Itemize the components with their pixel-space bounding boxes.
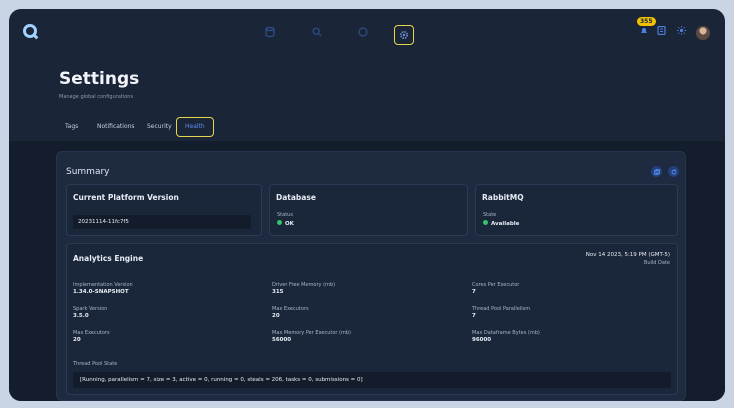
field-value: 1.34.0-SNAPSHOT — [73, 289, 129, 295]
platform-version-card: Current Platform Version 20231114-11fc7f… — [66, 184, 262, 236]
platform-version-title: Current Platform Version — [73, 193, 179, 202]
tab-notifications[interactable]: Notifications — [97, 117, 135, 137]
tab-health[interactable]: Health — [176, 117, 214, 137]
field-label: Thread Pool Parallelism — [472, 306, 531, 312]
rabbitmq-title: RabbitMQ — [482, 193, 524, 202]
thread-pool-state-label: Thread Pool State — [73, 361, 118, 367]
field-value: 20 — [272, 313, 280, 319]
field-value: 7 — [472, 313, 476, 319]
field-label: Cores Per Executor — [472, 282, 520, 288]
analytics-engine-card: Analytics Engine Nov 14 2023, 5:19 PM (G… — [66, 243, 678, 395]
search-icon[interactable] — [307, 22, 327, 42]
thread-pool-state-value: [Running, parallelism = 7, size = 3, act… — [73, 372, 671, 388]
database-icon[interactable] — [260, 22, 280, 42]
page-title: Settings — [59, 69, 140, 89]
tab-security[interactable]: Security — [147, 117, 172, 137]
database-status-label: Status — [277, 212, 293, 218]
field-value: 20 — [73, 337, 81, 343]
database-status-value: OK — [285, 221, 294, 227]
field-value: 96000 — [472, 337, 492, 343]
field-value: 315 — [272, 289, 284, 295]
status-available-icon — [483, 220, 488, 225]
build-date-value: Nov 14 2023, 5:19 PM (GMT-5) — [585, 252, 670, 258]
rabbitmq-card: RabbitMQ State Available — [475, 184, 678, 236]
summary-title: Summary — [66, 167, 110, 177]
theme-toggle-icon[interactable] — [677, 23, 686, 40]
field-label: Max Executors — [73, 330, 110, 336]
platform-version-value: 20231114-11fc7f5 — [73, 215, 251, 229]
tab-tags[interactable]: Tags — [65, 117, 78, 137]
top-navigation-bar: 355 — [9, 9, 725, 53]
document-icon[interactable] — [657, 23, 666, 40]
field-value: 7 — [472, 289, 476, 295]
field-label: Spark Version — [73, 306, 108, 312]
content-area: Summary Current Platform Version 2023111… — [9, 141, 725, 401]
app-window: 355 Settings Manage global configuration… — [9, 9, 725, 401]
summary-panel: Summary Current Platform Version 2023111… — [56, 151, 686, 401]
field-label: Driver Free Memory (mb) — [272, 282, 336, 288]
field-value: 3.5.0 — [73, 313, 89, 319]
database-card: Database Status OK — [269, 184, 468, 236]
field-label: Max Memory Per Executor (mb) — [272, 330, 351, 336]
rabbitmq-state-label: State — [483, 212, 497, 218]
field-label: Max Dataframe Bytes (mb) — [472, 330, 540, 336]
analytics-engine-title: Analytics Engine — [73, 254, 144, 263]
field-label: Implementation Version — [73, 282, 133, 288]
database-title: Database — [276, 193, 316, 202]
copy-button[interactable] — [651, 166, 662, 177]
build-date-label: Build Date — [643, 260, 670, 266]
info-icon[interactable] — [353, 22, 373, 42]
rabbitmq-state: Available — [483, 220, 519, 227]
avatar[interactable] — [696, 26, 710, 40]
field-label: Max Executors — [272, 306, 309, 312]
notifications-badge: 355 — [637, 17, 656, 26]
database-status: OK — [277, 220, 294, 227]
rabbitmq-state-value: Available — [491, 221, 520, 227]
status-ok-icon — [277, 220, 282, 225]
settings-icon[interactable] — [394, 25, 414, 45]
field-value: 56000 — [272, 337, 292, 343]
page-subtitle: Manage global configurations — [59, 94, 134, 100]
app-logo-icon[interactable] — [23, 24, 37, 38]
refresh-button[interactable] — [668, 166, 679, 177]
